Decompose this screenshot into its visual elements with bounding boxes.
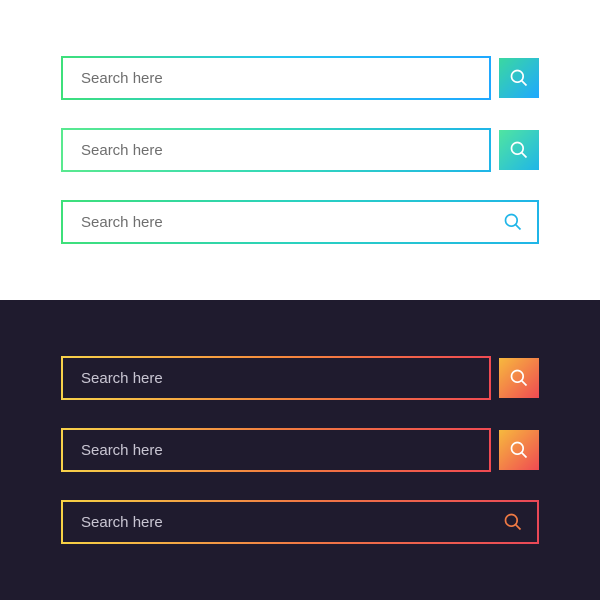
search-row-6: Search here — [61, 500, 539, 544]
search-placeholder: Search here — [81, 70, 163, 87]
search-placeholder: Search here — [81, 142, 163, 159]
search-button[interactable] — [499, 130, 539, 170]
search-icon — [503, 512, 523, 532]
search-button[interactable] — [499, 508, 527, 536]
search-icon — [509, 440, 529, 460]
search-icon — [509, 68, 529, 88]
search-row-1: Search here — [61, 56, 539, 100]
search-icon — [503, 212, 523, 232]
search-button[interactable] — [499, 358, 539, 398]
search-bar[interactable]: Search here — [61, 356, 491, 400]
search-bar[interactable]: Search here — [61, 428, 491, 472]
search-placeholder: Search here — [81, 214, 163, 231]
search-icon — [509, 368, 529, 388]
search-bar[interactable]: Search here — [61, 500, 539, 544]
search-placeholder: Search here — [81, 370, 163, 387]
dark-section: Search here Search here Search here — [0, 300, 600, 600]
search-placeholder: Search here — [81, 514, 163, 531]
search-row-5: Search here — [61, 428, 539, 472]
search-row-2: Search here — [61, 128, 539, 172]
search-icon — [509, 140, 529, 160]
search-button[interactable] — [499, 430, 539, 470]
search-placeholder: Search here — [81, 442, 163, 459]
light-section: Search here Search here Search here — [0, 0, 600, 300]
search-bar[interactable]: Search here — [61, 128, 491, 172]
search-button[interactable] — [499, 208, 527, 236]
search-row-4: Search here — [61, 356, 539, 400]
search-bar[interactable]: Search here — [61, 56, 491, 100]
search-bar[interactable]: Search here — [61, 200, 539, 244]
search-row-3: Search here — [61, 200, 539, 244]
search-button[interactable] — [499, 58, 539, 98]
